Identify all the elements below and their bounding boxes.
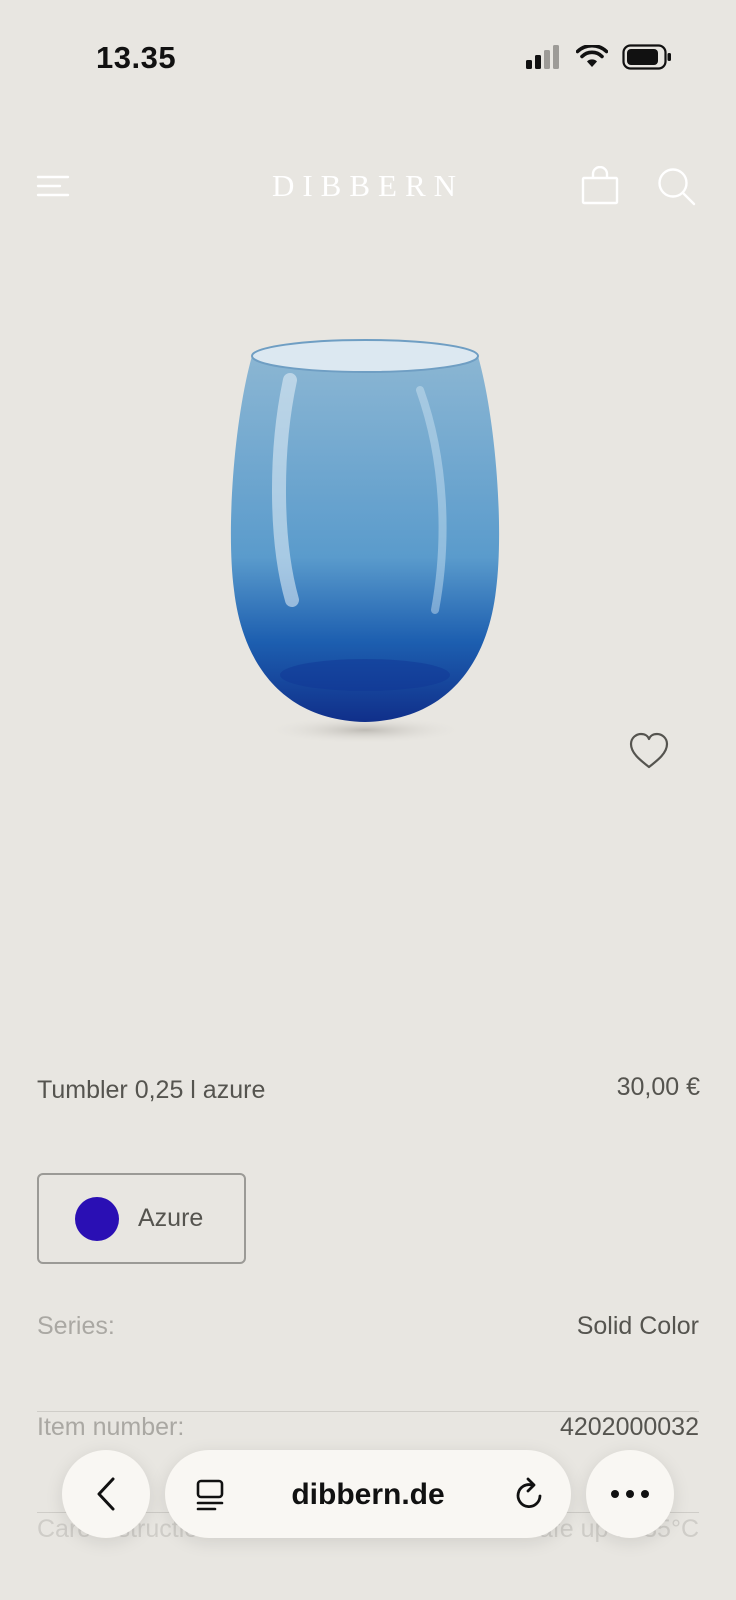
- wifi-icon: [576, 45, 608, 67]
- spec-value: Solid Color: [576, 1312, 699, 1340]
- reload-icon[interactable]: [513, 1476, 547, 1512]
- more-icon: [611, 1490, 649, 1498]
- product-price: 30,00 €: [616, 1073, 700, 1101]
- back-button[interactable]: [62, 1450, 150, 1538]
- status-icons: [526, 44, 672, 70]
- status-time: 13.35: [96, 40, 177, 75]
- color-swatch: [75, 1196, 119, 1241]
- product-title: Tumbler 0,25 l azure: [37, 1076, 266, 1104]
- more-button[interactable]: [586, 1450, 674, 1538]
- screen: 13.35 DIBBERN Tumbler 0,25 l azure 30,00…: [0, 0, 736, 1600]
- bag-icon[interactable]: [580, 166, 620, 206]
- browser-toolbar: dibbern.de: [0, 1440, 736, 1600]
- color-option-button[interactable]: Azure: [37, 1173, 246, 1264]
- address-text: dibbern.de: [291, 1478, 445, 1511]
- color-option-label: Azure: [138, 1204, 204, 1232]
- product-image: [230, 339, 500, 744]
- spec-value: 4202000032: [559, 1413, 699, 1441]
- brand-logo[interactable]: DIBBERN: [0, 168, 736, 204]
- search-icon[interactable]: [656, 166, 696, 206]
- spec-row-series: Series: Solid Color: [37, 1312, 699, 1412]
- spec-label: Item number:: [37, 1413, 185, 1441]
- address-bar[interactable]: dibbern.de: [165, 1450, 571, 1538]
- spec-label: Series:: [37, 1312, 115, 1340]
- back-icon: [97, 1477, 115, 1511]
- heart-icon[interactable]: [628, 732, 670, 770]
- cellular-icon: [526, 45, 559, 69]
- battery-icon: [622, 44, 671, 70]
